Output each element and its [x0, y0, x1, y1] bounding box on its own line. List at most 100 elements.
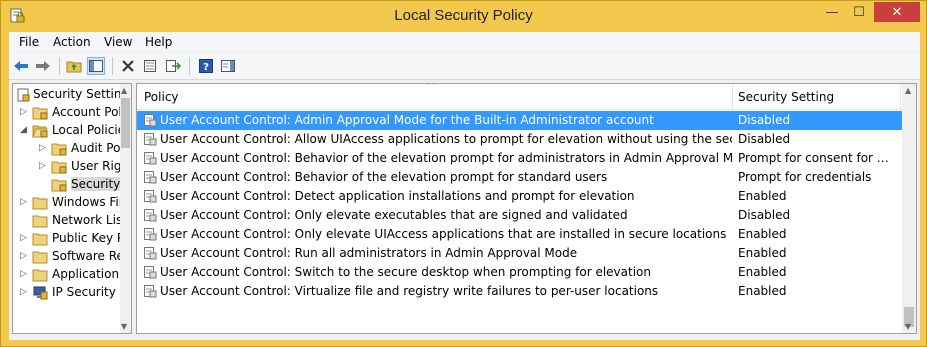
policy-setting: Disabled	[738, 208, 791, 222]
folder-icon	[32, 107, 48, 120]
column-header-policy[interactable]: Policy	[144, 90, 179, 104]
show-action-pane-icon[interactable]	[219, 57, 237, 75]
tree-item-software-restriction[interactable]: ▷ Software Restriction Policies	[13, 248, 123, 266]
list-scrollbar[interactable]: ▲ ▼	[902, 84, 916, 333]
policy-row[interactable]: User Account Control: Run all administra…	[137, 244, 902, 263]
scroll-up-arrow-icon[interactable]: ▲	[905, 86, 911, 95]
delete-icon[interactable]	[119, 57, 137, 75]
policy-icon	[144, 266, 157, 279]
client-area: File Action View Help ? Security Settin …	[9, 32, 920, 340]
tree-item-label: Windows Firewall with Advanced Security	[52, 195, 123, 209]
tree-item-label: Security Settings	[33, 87, 123, 101]
tree-item-ip-security[interactable]: ▷ IP Security Policies on Local Computer	[13, 284, 123, 302]
tree-item-security-settings[interactable]: Security Settings	[13, 86, 123, 104]
policy-row[interactable]: User Account Control: Behavior of the el…	[137, 168, 902, 187]
tree-item-network-list[interactable]: Network List Manager Policies	[13, 212, 123, 230]
column-header-security-setting[interactable]: Security Setting	[738, 90, 834, 104]
tree-item-account-policies[interactable]: ▷ Account Policies	[13, 104, 123, 122]
policy-setting: Enabled	[738, 227, 787, 241]
menu-help[interactable]: Help	[145, 35, 172, 49]
tree-item-label: IP Security Policies on Local Computer	[52, 285, 123, 299]
policy-icon	[144, 247, 157, 260]
tree-item-label: Security Options	[71, 177, 123, 191]
policy-icon	[144, 285, 157, 298]
policy-row[interactable]: User Account Control: Admin Approval Mod…	[137, 111, 902, 130]
toolbar-separator	[112, 57, 113, 75]
policy-setting: Prompt for consent for non-Windows binar…	[738, 151, 896, 165]
policy-name: User Account Control: Only elevate UIAcc…	[160, 227, 727, 241]
tree-item-local-policies[interactable]: ◢ Local Policies	[13, 122, 123, 140]
tree-item-label: Network List Manager Policies	[52, 213, 123, 227]
back-arrow-icon[interactable]	[12, 57, 30, 75]
tree-item-audit-policy[interactable]: ▷ Audit Policy	[13, 140, 123, 158]
tree-scroll-thumb[interactable]	[121, 98, 130, 148]
menu-bar: File Action View Help	[9, 32, 920, 52]
menu-action[interactable]: Action	[53, 35, 91, 49]
expand-arrow-icon[interactable]: ▷	[19, 251, 28, 261]
policy-row[interactable]: User Account Control: Behavior of the el…	[137, 149, 902, 168]
folder-icon	[32, 251, 48, 264]
folder-open-icon	[32, 125, 48, 138]
policy-row[interactable]: User Account Control: Only elevate execu…	[137, 206, 902, 225]
maximize-button[interactable]: ☐	[846, 2, 872, 22]
tree-item-user-rights[interactable]: ▷ User Rights Assignment	[13, 158, 123, 176]
tree-scrollbar[interactable]: ▲ ▼	[120, 84, 131, 333]
column-divider[interactable]	[732, 84, 733, 109]
security-settings-icon	[17, 88, 30, 102]
up-folder-icon[interactable]	[65, 57, 83, 75]
sort-ascending-icon: ^	[427, 83, 436, 92]
policy-setting: Enabled	[738, 189, 787, 203]
export-list-icon[interactable]	[164, 57, 182, 75]
policy-name: User Account Control: Detect application…	[160, 189, 635, 203]
tree-item-application-control[interactable]: ▷ Application Control Policies	[13, 266, 123, 284]
scroll-down-arrow-icon[interactable]: ▼	[905, 322, 911, 331]
console-tree[interactable]: Security Settings ▷ Account Policies ◢ L…	[12, 83, 132, 334]
minimize-button[interactable]: —	[819, 2, 845, 22]
forward-arrow-icon[interactable]	[34, 57, 52, 75]
policy-icon	[144, 209, 157, 222]
show-hide-tree-icon[interactable]	[87, 57, 105, 75]
policy-name: User Account Control: Virtualize file an…	[160, 284, 659, 298]
tree-item-security-options[interactable]: Security Options	[13, 176, 123, 194]
tree-item-label: User Rights Assignment	[71, 159, 123, 173]
policy-setting: Enabled	[738, 265, 787, 279]
menu-file[interactable]: File	[19, 35, 39, 49]
folder-icon	[32, 269, 48, 282]
scroll-down-arrow-icon[interactable]: ▼	[121, 322, 127, 331]
policy-row[interactable]: User Account Control: Switch to the secu…	[137, 263, 902, 282]
column-divider[interactable]	[900, 84, 901, 109]
policy-row[interactable]: User Account Control: Only elevate UIAcc…	[137, 225, 902, 244]
toolbar-separator	[189, 57, 190, 75]
collapse-arrow-icon[interactable]: ◢	[19, 125, 28, 135]
policy-icon	[144, 171, 157, 184]
menu-view[interactable]: View	[104, 35, 132, 49]
folder-icon	[51, 179, 67, 192]
folder-icon	[32, 215, 48, 228]
properties-icon[interactable]	[141, 57, 159, 75]
policy-setting: Enabled	[738, 246, 787, 260]
expand-arrow-icon[interactable]: ▷	[19, 269, 28, 279]
policy-name: User Account Control: Allow UIAccess app…	[160, 132, 732, 146]
help-icon[interactable]: ?	[197, 57, 215, 75]
policy-name: User Account Control: Run all administra…	[160, 246, 578, 260]
policy-icon	[144, 152, 157, 165]
tree-item-windows-firewall[interactable]: ▷ Windows Firewall with Advanced Securit…	[13, 194, 123, 212]
tree-item-public-key[interactable]: ▷ Public Key Policies	[13, 230, 123, 248]
policy-setting: Disabled	[738, 132, 791, 146]
policy-row[interactable]: User Account Control: Detect application…	[137, 187, 902, 206]
expand-arrow-icon[interactable]: ▷	[19, 107, 28, 117]
folder-icon	[32, 197, 48, 210]
expand-arrow-icon[interactable]: ▷	[19, 287, 28, 297]
expand-arrow-icon[interactable]: ▷	[38, 143, 47, 153]
policy-row[interactable]: User Account Control: Virtualize file an…	[137, 282, 902, 301]
policy-row[interactable]: User Account Control: Allow UIAccess app…	[137, 130, 902, 149]
expand-arrow-icon[interactable]: ▷	[38, 161, 47, 171]
expand-arrow-icon[interactable]: ▷	[19, 233, 28, 243]
title-bar[interactable]: Local Security Policy — ☐ ✕	[1, 1, 926, 32]
close-button[interactable]: ✕	[874, 2, 920, 22]
scroll-up-arrow-icon[interactable]: ▲	[121, 86, 127, 95]
policy-name: User Account Control: Behavior of the el…	[160, 151, 732, 165]
list-header: Policy ^ Security Setting	[137, 84, 902, 110]
policy-list[interactable]: Policy ^ Security Setting User Account C…	[136, 83, 917, 334]
expand-arrow-icon[interactable]: ▷	[19, 197, 28, 207]
